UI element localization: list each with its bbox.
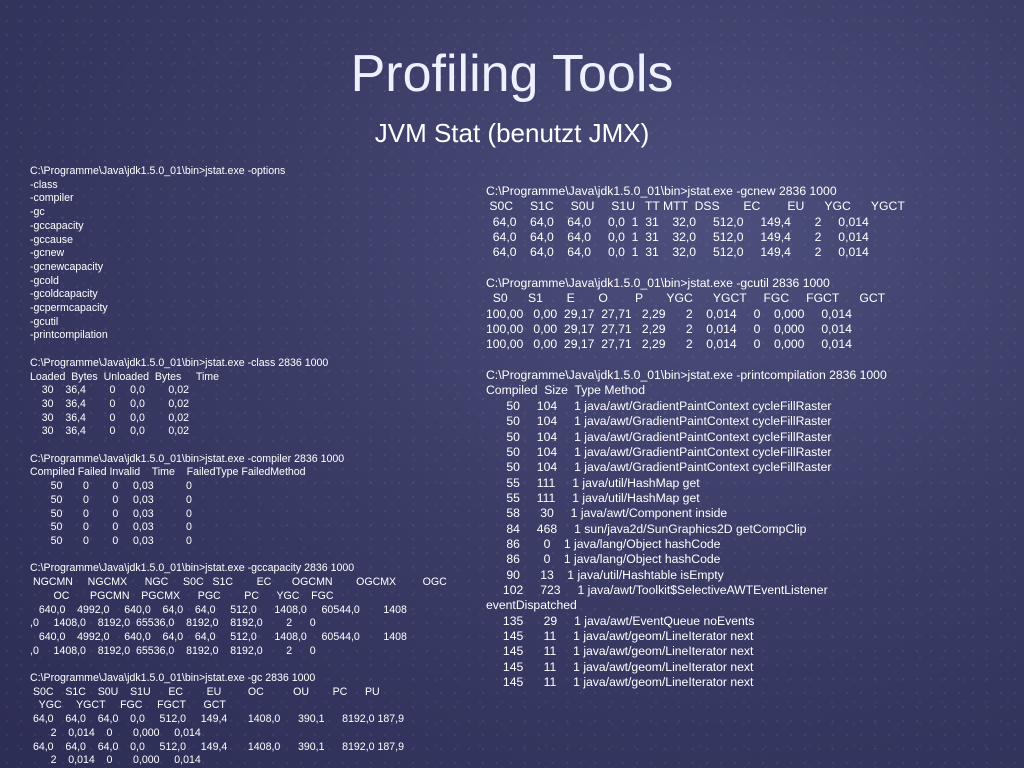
console-line: -gc: [30, 206, 45, 219]
console-line: 50 104 1 java/awt/GradientPaintContext c…: [486, 429, 832, 444]
console-line: 50 0 0 0,03 0: [30, 480, 192, 493]
console-line: 50 104 1 java/awt/GradientPaintContext c…: [486, 398, 832, 413]
console-line: -class: [30, 178, 58, 191]
console-line: -gccapacity: [30, 219, 84, 232]
console-line: 50 0 0 0,03 0: [30, 521, 192, 534]
console-line: 64,0 64,0 64,0 0,0 1 31 32,0 512,0 149,4…: [486, 214, 869, 229]
console-line: OC PGCMN PGCMX PGC PC YGC FGC: [30, 589, 334, 602]
slide-title: Profiling Tools: [350, 45, 674, 103]
console-line: -gccause: [30, 233, 73, 246]
console-line: 100,00 0,00 29,17 27,71 2,29 2 0,014 0 0…: [486, 322, 852, 337]
console-line: -gcutil: [30, 315, 59, 328]
console-line: 50 104 1 java/awt/GradientPaintContext c…: [486, 460, 832, 475]
console-line: NGCMN NGCMX NGC S0C S1C EC OGCMN OGCMX O…: [30, 576, 447, 589]
console-line: C:\Programme\Java\jdk1.5.0_01\bin>jstat.…: [30, 562, 355, 575]
console-line: Compiled Size Type Method: [486, 383, 645, 398]
console-line: 50 0 0 0,03 0: [30, 493, 192, 506]
console-line: Loaded Bytes Unloaded Bytes Time: [30, 370, 220, 383]
console-line: C:\Programme\Java\jdk1.5.0_01\bin>jstat.…: [30, 452, 345, 465]
console-line: 86 0 1 java/lang/Object hashCode: [486, 552, 721, 567]
console-line: 30 36,4 0 0,0 0,02: [30, 425, 189, 438]
console-line: 640,0 4992,0 640,0 64,0 64,0 512,0 1408,…: [30, 630, 407, 643]
console-line: ,0 1408,0 8192,0 65536,0 8192,0 8192,0 2…: [30, 617, 316, 630]
console-line: Compiled Failed Invalid Time FailedType …: [30, 466, 306, 479]
console-line: 50 0 0 0,03 0: [30, 534, 192, 547]
console-line: 84 468 1 sun/java2d/SunGraphics2D getCom…: [486, 521, 807, 536]
console-line: 135 29 1 java/awt/EventQueue noEvents: [486, 613, 755, 628]
console-line: C:\Programme\Java\jdk1.5.0_01\bin>jstat.…: [30, 356, 329, 369]
console-line: 100,00 0,00 29,17 27,71 2,29 2 0,014 0 0…: [486, 306, 852, 321]
console-line: S0 S1 E O P YGC YGCT FGC FGCT GCT: [486, 291, 886, 306]
console-line: 50 104 1 java/awt/GradientPaintContext c…: [486, 414, 832, 429]
console-line: 64,0 64,0 64,0 0,0 512,0 149,4 1408,0 39…: [30, 740, 404, 753]
console-line: 145 11 1 java/awt/geom/LineIterator next: [486, 659, 754, 674]
console-line: 64,0 64,0 64,0 0,0 1 31 32,0 512,0 149,4…: [486, 230, 869, 245]
console-line: 55 111 1 java/util/HashMap get: [486, 490, 700, 505]
slide-subtitle: JVM Stat (benutzt JMX): [374, 118, 650, 148]
console-line: -gcold: [30, 274, 59, 287]
console-line: 55 111 1 java/util/HashMap get: [486, 475, 700, 490]
console-line: 145 11 1 java/awt/geom/LineIterator next: [486, 675, 754, 689]
left-console-output: C:\Programme\Java\jdk1.5.0_01\bin>jstat.…: [30, 165, 447, 768]
console-line: 64,0 64,0 64,0 0,0 1 31 32,0 512,0 149,4…: [486, 245, 869, 260]
console-line: S0C S1C S0U S1U EC EU OC OU PC PU: [30, 685, 380, 698]
console-line: 50 104 1 java/awt/GradientPaintContext c…: [486, 444, 832, 459]
console-line: -gcoldcapacity: [30, 288, 98, 301]
console-line: -compiler: [30, 192, 74, 205]
console-line: 58 30 1 java/awt/Component inside: [486, 506, 728, 521]
console-line: 50 0 0 0,03 0: [30, 507, 192, 520]
console-line: 86 0 1 java/lang/Object hashCode: [486, 536, 721, 551]
console-line: YGC YGCT FGC FGCT GCT: [30, 699, 226, 712]
console-line: 2 0,014 0 0,000 0,014: [30, 726, 201, 739]
console-line: 100,00 0,00 29,17 27,71 2,29 2 0,014 0 0…: [486, 337, 852, 352]
console-line: 102 723 1 java/awt/Toolkit$SelectiveAWTE…: [486, 582, 828, 597]
console-line: eventDispatched: [486, 598, 577, 613]
console-line: 640,0 4992,0 640,0 64,0 64,0 512,0 1408,…: [30, 603, 407, 616]
console-line: -printcompilation: [30, 329, 108, 342]
console-line: 30 36,4 0 0,0 0,02: [30, 397, 189, 410]
console-line: 2 0,014 0 0,000 0,014: [30, 754, 201, 767]
console-line: C:\Programme\Java\jdk1.5.0_01\bin>jstat.…: [486, 276, 830, 291]
console-line: 30 36,4 0 0,0 0,02: [30, 384, 189, 397]
console-line: 145 11 1 java/awt/geom/LineIterator next: [486, 628, 754, 643]
console-line: -gcpermcapacity: [30, 302, 108, 315]
console-line: 145 11 1 java/awt/geom/LineIterator next: [486, 644, 754, 659]
right-console-output: C:\Programme\Java\jdk1.5.0_01\bin>jstat.…: [486, 184, 905, 690]
console-line: ,0 1408,0 8192,0 65536,0 8192,0 8192,0 2…: [30, 644, 316, 657]
console-line: 90 13 1 java/util/Hashtable isEmpty: [486, 567, 724, 582]
console-line: 30 36,4 0 0,0 0,02: [30, 411, 189, 424]
console-line: -gcnew: [30, 247, 65, 260]
console-line: C:\Programme\Java\jdk1.5.0_01\bin>jstat.…: [30, 672, 316, 685]
console-line: 64,0 64,0 64,0 0,0 512,0 149,4 1408,0 39…: [30, 713, 404, 726]
console-line: S0C S1C S0U S1U TT MTT DSS EC EU YGC YGC…: [486, 199, 905, 214]
console-line: C:\Programme\Java\jdk1.5.0_01\bin>jstat.…: [486, 368, 887, 383]
console-line: C:\Programme\Java\jdk1.5.0_01\bin>jstat.…: [30, 165, 286, 177]
console-line: C:\Programme\Java\jdk1.5.0_01\bin>jstat.…: [486, 184, 837, 198]
console-line: -gcnewcapacity: [30, 260, 104, 273]
